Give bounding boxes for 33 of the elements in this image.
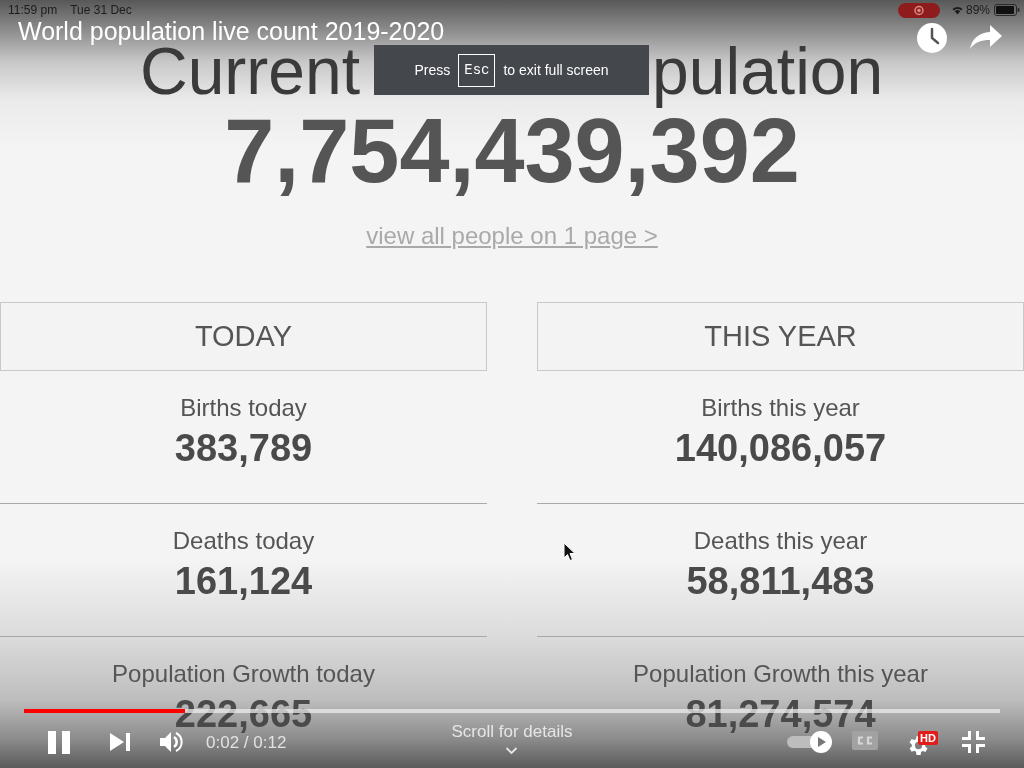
stat-label: Population Growth this year — [633, 660, 928, 688]
stat-label: Deaths this year — [693, 527, 868, 555]
panel-header: THIS YEAR — [537, 302, 1024, 371]
clock-icon[interactable] — [917, 23, 947, 53]
esc-key: Esc — [458, 53, 496, 87]
status-time: 11:59 pm — [8, 2, 58, 19]
battery-icon — [994, 4, 1020, 16]
chevron-down-icon[interactable] — [506, 747, 518, 754]
exit-fullscreen-icon[interactable] — [962, 731, 985, 753]
scroll-hint: Scroll for details — [451, 722, 573, 742]
toast-text: to exit full screen — [503, 60, 609, 80]
stat-label: Births this year — [701, 394, 860, 422]
stat-label: Deaths today — [172, 527, 315, 555]
battery-percent: 89% — [965, 2, 990, 19]
share-icon[interactable] — [970, 25, 1002, 49]
play-icon — [810, 731, 832, 753]
status-date: Tue 31 Dec — [70, 2, 132, 19]
video-title: World population live count 2019-2020 — [18, 19, 445, 44]
time-display: 0:02 / 0:12 — [206, 733, 287, 751]
captions-icon[interactable] — [852, 731, 878, 753]
pause-icon[interactable] — [48, 730, 70, 754]
stat-label: Population Growth today — [112, 660, 375, 688]
hd-badge: HD — [918, 730, 938, 745]
toast-text: Press — [414, 60, 451, 80]
autoplay-toggle[interactable] — [787, 731, 832, 753]
stat-label: Births today — [180, 394, 307, 422]
page-heading: Current — [140, 47, 361, 97]
next-icon[interactable] — [110, 733, 130, 751]
view-all-link[interactable]: view all people on 1 page > — [366, 224, 658, 248]
volume-icon[interactable] — [160, 731, 184, 753]
wifi-icon — [951, 5, 963, 15]
panel-header: TODAY — [0, 302, 487, 371]
mouse-pointer-icon — [563, 542, 577, 562]
